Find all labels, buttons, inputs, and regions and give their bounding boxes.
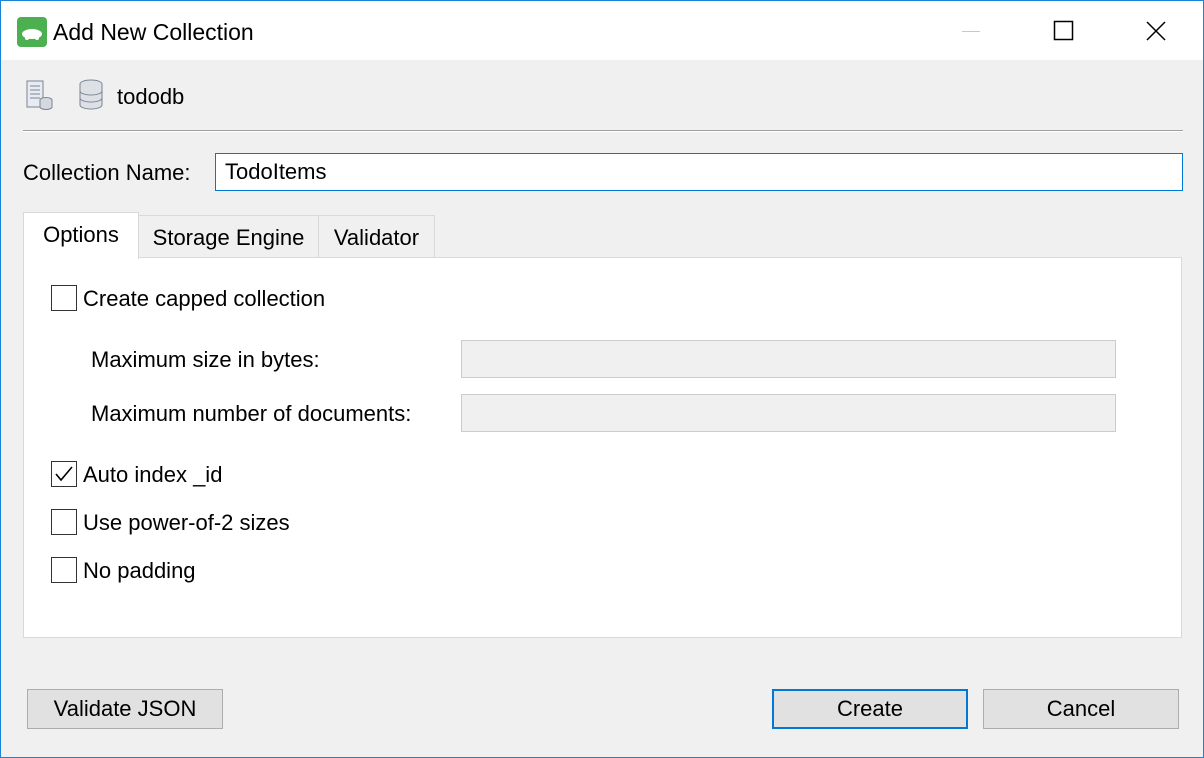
no-padding-checkbox[interactable] [51,557,77,583]
minimize-button[interactable] [925,1,1017,60]
collection-name-label: Collection Name: [23,160,191,185]
database-name: tododb [117,84,185,109]
title-bar: Add New Collection [1,1,1203,60]
capped-collection-label: Create capped collection [83,286,326,311]
collection-name-input[interactable] [215,153,1183,191]
database-breadcrumb: tododb [1,73,1203,121]
auto-index-label: Auto index _id [83,462,223,487]
validate-json-button[interactable]: Validate JSON [27,689,223,729]
maximize-button[interactable] [1017,1,1109,60]
power-of-2-label: Use power-of-2 sizes [83,510,290,535]
database-icon [77,79,105,116]
options-panel: Create capped collection Maximum size in… [23,257,1182,638]
header-divider [23,130,1183,132]
no-padding-label: No padding [83,558,196,583]
capped-collection-checkbox[interactable] [51,285,77,311]
tab-options[interactable]: Options [23,212,139,259]
cancel-button[interactable]: Cancel [983,689,1179,729]
create-button[interactable]: Create [772,689,968,729]
window-title: Add New Collection [53,19,254,45]
checkmark-icon [55,466,73,482]
max-size-input[interactable] [461,340,1116,378]
server-icon [25,79,55,116]
max-documents-label: Maximum number of documents: [91,401,412,426]
close-button[interactable] [1109,1,1201,60]
max-size-label: Maximum size in bytes: [91,347,320,372]
tab-validator[interactable]: Validator [318,215,435,259]
max-documents-input[interactable] [461,394,1116,432]
auto-index-checkbox[interactable] [51,461,77,487]
add-collection-dialog: Add New Collection tododb Collection Nam… [0,0,1204,758]
app-logo-icon [17,17,47,47]
tab-storage-engine[interactable]: Storage Engine [138,215,319,259]
power-of-2-checkbox[interactable] [51,509,77,535]
